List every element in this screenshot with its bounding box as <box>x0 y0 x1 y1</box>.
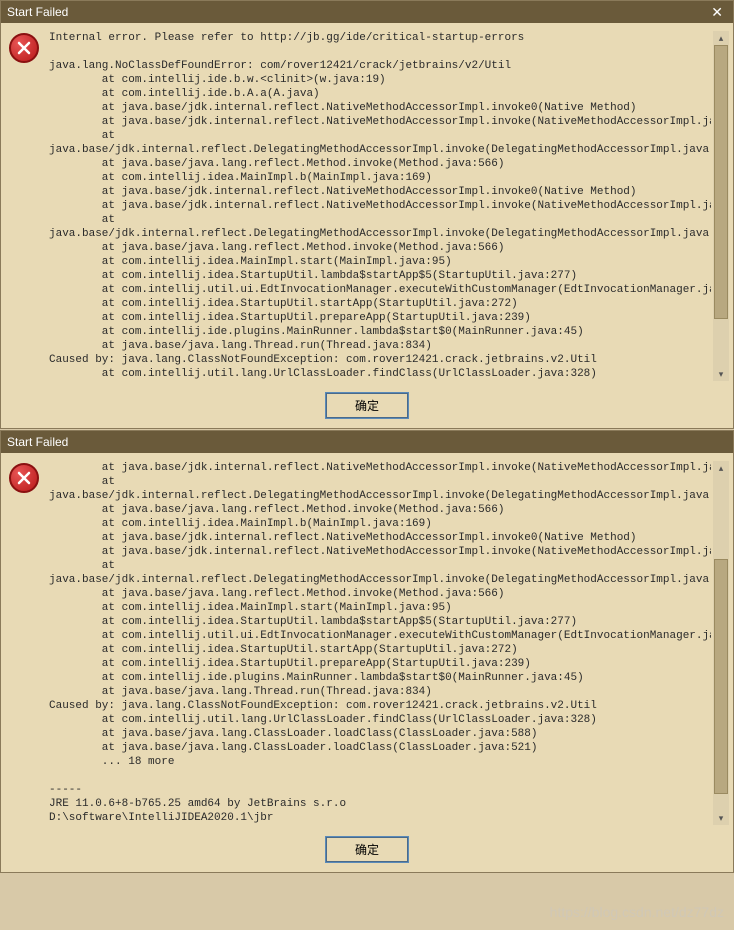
scrollbar[interactable]: ▴ ▾ <box>713 31 729 381</box>
icon-column <box>9 31 49 381</box>
ok-button[interactable]: 确定 <box>326 393 408 418</box>
dialog-body: at java.base/jdk.internal.reflect.Native… <box>1 453 733 829</box>
scroll-up-icon[interactable]: ▴ <box>713 31 729 45</box>
scroll-thumb[interactable] <box>714 45 728 319</box>
stack-trace: Internal error. Please refer to http://j… <box>49 31 711 381</box>
watermark: https://blog.csdn.net/dz77dz <box>550 904 724 920</box>
stack-trace: at java.base/jdk.internal.reflect.Native… <box>49 461 711 825</box>
scroll-track[interactable] <box>713 475 729 811</box>
scroll-thumb[interactable] <box>714 559 728 794</box>
button-row: 确定 <box>1 829 733 872</box>
dialog-title: Start Failed <box>7 435 68 449</box>
scroll-track[interactable] <box>713 45 729 367</box>
button-row: 确定 <box>1 385 733 428</box>
close-icon[interactable]: ✕ <box>707 4 727 21</box>
dialog-body: Internal error. Please refer to http://j… <box>1 23 733 385</box>
scroll-up-icon[interactable]: ▴ <box>713 461 729 475</box>
ok-button[interactable]: 确定 <box>326 837 408 862</box>
error-icon <box>9 463 39 493</box>
titlebar[interactable]: Start Failed ✕ <box>1 1 733 23</box>
icon-column <box>9 461 49 825</box>
error-icon <box>9 33 39 63</box>
error-content: Internal error. Please refer to http://j… <box>49 31 711 381</box>
error-content: at java.base/jdk.internal.reflect.Native… <box>49 461 711 825</box>
scroll-down-icon[interactable]: ▾ <box>713 811 729 825</box>
dialog-title: Start Failed <box>7 5 68 19</box>
scrollbar[interactable]: ▴ ▾ <box>713 461 729 825</box>
error-dialog-1: Start Failed ✕ Internal error. Please re… <box>0 0 734 429</box>
error-dialog-2: Start Failed at java.base/jdk.internal.r… <box>0 430 734 873</box>
scroll-down-icon[interactable]: ▾ <box>713 367 729 381</box>
titlebar[interactable]: Start Failed <box>1 431 733 453</box>
